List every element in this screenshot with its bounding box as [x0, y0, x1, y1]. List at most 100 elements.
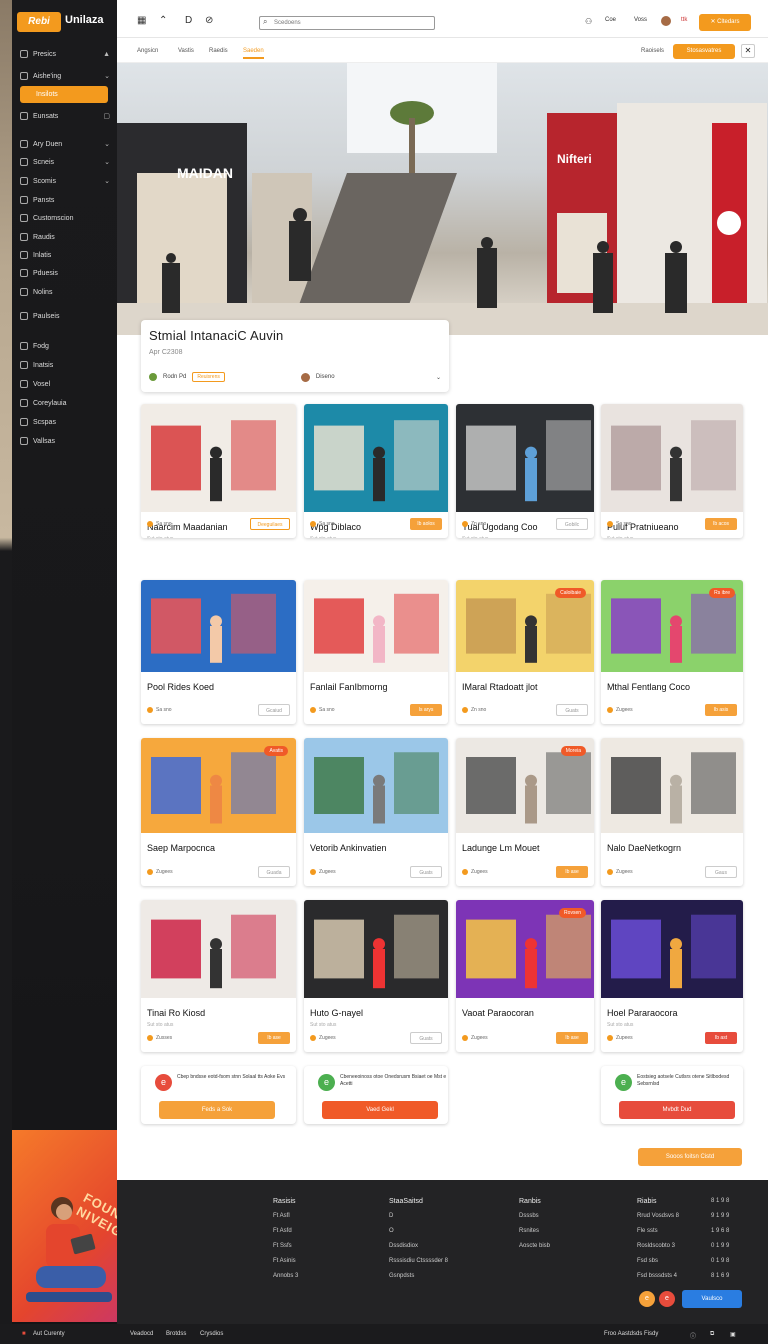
footer-link[interactable]: Aoscte bisb	[519, 1239, 550, 1254]
offer-button[interactable]: Mvbdt Dud	[619, 1101, 735, 1119]
card-action-button[interactable]: Guats	[410, 866, 442, 878]
sidebar-item-10[interactable]: Pduesis	[20, 265, 110, 281]
subbar-link[interactable]: Raoisels	[641, 48, 664, 54]
sidebar-item-13[interactable]: Fodg	[20, 338, 110, 354]
offer-card[interactable]: e Eostsieg aotsele Cutlsrs otene Sitlbode…	[601, 1066, 743, 1124]
search-input[interactable]: Scedoens	[259, 16, 435, 30]
product-card[interactable]: Rovsen Vaoat Paraocoran Zugees Ib ase	[456, 900, 594, 1052]
card-action-button[interactable]: Ib ast	[705, 1032, 737, 1044]
topbar-cta-button[interactable]: ✕ Cltedars	[699, 14, 751, 31]
offer-card[interactable]: e Cbep bndsse eotd-fsom stnn Solaal tts A…	[141, 1066, 296, 1124]
sidebar-item-18[interactable]: Vallsas	[20, 433, 110, 449]
topbar-link-2[interactable]: Voss	[634, 17, 647, 23]
product-card[interactable]: Caloibaie IMaral Rtadoatt jlot Zn sno Guats	[456, 580, 594, 724]
info-icon[interactable]: ⓘ	[690, 1331, 696, 1340]
load-more-button[interactable]: Sooos foitsn Cistd	[638, 1148, 742, 1166]
chevron-up-icon[interactable]: ⌃	[159, 15, 167, 26]
sidebar-item-15[interactable]: Vosel	[20, 376, 110, 392]
card-action-button[interactable]: Guats	[556, 704, 588, 716]
product-card[interactable]: Vetorib Ankinvatien Zugees Guats	[304, 738, 448, 886]
card-action-button[interactable]: Guats	[410, 1032, 442, 1044]
block-icon[interactable]: ⊘	[205, 15, 213, 26]
footer-link[interactable]: Rosldscobto 3	[637, 1239, 679, 1254]
product-card[interactable]: Fanlail FanIbmorng Sa sno Is arys	[304, 580, 448, 724]
card-action-button[interactable]: Gcaiud	[258, 704, 290, 716]
sidebar-item-12[interactable]: Paulseis	[20, 308, 110, 324]
card-action-button[interactable]: Is arys	[410, 704, 442, 716]
footer-link[interactable]: Annobs 3	[273, 1269, 298, 1284]
footer-link[interactable]: Ft Asinis	[273, 1254, 298, 1269]
offer-button[interactable]: Feds a Sok	[159, 1101, 275, 1119]
window-icon[interactable]: ▣	[730, 1331, 736, 1338]
footer-link[interactable]: Rsssisdiu Ctssssder 8	[389, 1254, 448, 1269]
card-action-button[interactable]: Ib ase	[556, 866, 588, 878]
footer-link[interactable]: Fle ssts	[637, 1224, 679, 1239]
footer-link[interactable]: Fsd sbs	[637, 1254, 679, 1269]
card-action-button[interactable]: Ib ase	[258, 1032, 290, 1044]
offer-button[interactable]: Vaed Gekl	[322, 1101, 438, 1119]
bottom-left-label[interactable]: Aut Curenty	[33, 1331, 65, 1337]
user-switch-icon[interactable]: ⚇	[585, 17, 592, 26]
product-card[interactable]: Moreia Ladunge Lm Mouet Zugees Ib ase	[456, 738, 594, 886]
location-tag[interactable]: Reuisrens	[192, 372, 225, 382]
sidebar-item-6[interactable]: Pansts	[20, 192, 110, 208]
sidebar-item-11[interactable]: Nolins	[20, 284, 110, 300]
sidebar-item-3[interactable]: Ary Duen ⌄	[20, 136, 110, 152]
copy-icon[interactable]: ⧉	[710, 1331, 714, 1338]
close-icon[interactable]: ✕	[741, 44, 755, 58]
tab-vastis[interactable]: Vastis	[178, 48, 194, 54]
social-badge-icon[interactable]: e	[659, 1291, 675, 1307]
tab-angsicn[interactable]: Angsicn	[137, 48, 158, 54]
chevron-down-icon[interactable]: ⌄	[436, 374, 441, 381]
product-card[interactable]: Hoel Pararaocora Sut sto atus Zupees Ib ast	[601, 900, 743, 1052]
social-badge-icon[interactable]: e	[639, 1291, 655, 1307]
product-card[interactable]: Tinai Ro Kiosd Sut sto atus Zusses Ib ase	[141, 900, 296, 1052]
card-action-button[interactable]: Gaus	[705, 866, 737, 878]
footer-cta-button[interactable]: Vaulsco	[682, 1290, 742, 1308]
footer-link[interactable]: Ft Ssfs	[273, 1239, 298, 1254]
footer-link[interactable]: D	[389, 1209, 448, 1224]
product-card[interactable]: Huto G-nayel Sut sto atus Zugees Guats	[304, 900, 448, 1052]
card-action-button[interactable]: Ib asis	[705, 704, 737, 716]
footer-link[interactable]: Ft Asfd	[273, 1224, 298, 1239]
card-action-button[interactable]: Deeguilaes	[250, 518, 290, 530]
subbar-cta-button[interactable]: Stosasvatres	[673, 44, 735, 59]
sidebar-item-0[interactable]: Presics ▲	[20, 46, 110, 62]
bottom-link[interactable]: Veadocd	[130, 1331, 153, 1337]
sidebar-item-9[interactable]: Inlatis	[20, 247, 110, 263]
card-action-button[interactable]: Gobilc	[556, 518, 588, 530]
sidebar-item-8[interactable]: Raudis	[20, 229, 110, 245]
product-card[interactable]: Nalo DaeNetkogrn Zugees Gaus	[601, 738, 743, 886]
offer-card[interactable]: e Cbeneeoinoss otoe Onedsrusm Bsiaet oe M…	[304, 1066, 448, 1124]
sidebar-item-17[interactable]: Scspas	[20, 414, 110, 430]
footer-link[interactable]: Dssdisdiox	[389, 1239, 448, 1254]
sidebar-item-active[interactable]: Insilots	[20, 86, 108, 103]
location-info-card[interactable]: Stmial IntanaciC Auvin Apr C2308 Rodn Pd…	[141, 320, 449, 392]
tab-saeden[interactable]: Saeden	[243, 48, 264, 59]
product-card[interactable]: Naarcim MaadanianSut sto atusSa snoDeegu…	[141, 404, 296, 538]
avatar[interactable]	[661, 16, 671, 26]
card-action-button[interactable]: Ib aolos	[410, 518, 442, 530]
bottom-link[interactable]: Crysdios	[200, 1331, 223, 1337]
sidebar-item-4[interactable]: Scneis ⌄	[20, 154, 110, 170]
footer-link[interactable]: Gsnpdsts	[389, 1269, 448, 1284]
bottom-link[interactable]: Brotdss	[166, 1331, 186, 1337]
bottom-right-label[interactable]: Froo Aastdsds Fisdy	[604, 1331, 658, 1337]
footer-link[interactable]: Rsnites	[519, 1224, 550, 1239]
product-card[interactable]: Yual Ugodang CooSut sto atusZn snoGobilc	[456, 404, 594, 538]
tab-raedis[interactable]: Raedis	[209, 48, 228, 54]
footer-link[interactable]: Ft Asfl	[273, 1209, 298, 1224]
sidebar-item-5[interactable]: Scomis ⌄	[20, 173, 110, 189]
footer-link[interactable]: Dsssbs	[519, 1209, 550, 1224]
bookmark-icon[interactable]: ttk	[681, 17, 687, 23]
product-card[interactable]: Avatis Saep Marpocnca Zugees Guada	[141, 738, 296, 886]
sidebar-item-1[interactable]: Aishe'ing ⌄	[20, 68, 110, 84]
card-action-button[interactable]: Ib ase	[556, 1032, 588, 1044]
topbar-link-1[interactable]: Coe	[605, 17, 616, 23]
sidebar-item-7[interactable]: Customscion	[20, 210, 110, 226]
document-icon[interactable]: D	[185, 15, 192, 26]
sidebar-item-14[interactable]: Inatsis	[20, 357, 110, 373]
card-action-button[interactable]: Ib acos	[705, 518, 737, 530]
product-card[interactable]: Puiuf PratniueanoSut sto atusSa snoIb ac…	[601, 404, 743, 538]
grid-icon[interactable]: ▦	[137, 15, 146, 26]
